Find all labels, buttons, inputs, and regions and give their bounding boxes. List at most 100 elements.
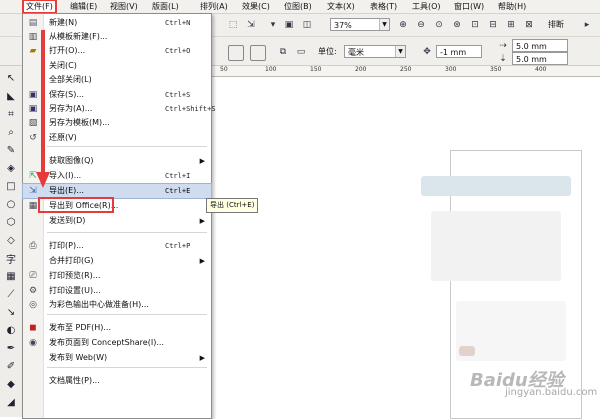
- units-select[interactable]: 毫米 ▼: [344, 45, 406, 58]
- menu-item-18[interactable]: ◎ 为彩色输出中心做准备(H)...: [23, 298, 211, 312]
- menu-separator: [47, 146, 207, 147]
- nudge-icon: ✥: [423, 47, 431, 57]
- menu-bitmap[interactable]: 位图(B): [282, 1, 314, 12]
- connector-tool-icon[interactable]: ↘: [4, 306, 18, 319]
- all-pages-icon[interactable]: ⧉: [276, 45, 290, 59]
- zoom-tool-icon[interactable]: ⌕: [4, 126, 18, 139]
- ruler-tick: 250: [400, 66, 412, 73]
- menu-item-21[interactable]: 发布到 Web(W) ▶: [23, 351, 211, 365]
- export-tooltip: 导出 (Ctrl+E): [206, 198, 259, 213]
- duplicate-y-icon: ⇣: [499, 54, 507, 64]
- zoom-out-icon[interactable]: ⊖: [414, 18, 428, 32]
- zoom-level-select[interactable]: 37% ▼: [330, 18, 390, 31]
- pick-tool-icon[interactable]: ↖: [4, 72, 18, 85]
- table-tool-icon[interactable]: ▦: [4, 270, 18, 283]
- canvas-object[interactable]: [459, 346, 475, 356]
- menu-item-1[interactable]: ▥ 从模板新建(F)...: [23, 30, 211, 44]
- menu-item-label: 发送到(D): [49, 216, 86, 225]
- blend-tool-icon[interactable]: ◐: [4, 324, 18, 337]
- rectangle-tool-icon[interactable]: □: [4, 180, 18, 193]
- shape-tool-icon[interactable]: ◣: [4, 90, 18, 103]
- welcome-screen-icon[interactable]: ▣: [282, 18, 296, 32]
- fill-tool-icon[interactable]: ◆: [4, 378, 18, 391]
- nudge-distance-input[interactable]: -1 mm: [436, 45, 482, 58]
- zoom-width-icon[interactable]: ⊟: [486, 18, 500, 32]
- basic-shapes-icon[interactable]: ◇: [4, 234, 18, 247]
- freehand-tool-icon[interactable]: ✎: [4, 144, 18, 157]
- canvas-object[interactable]: [431, 211, 561, 281]
- zoom-selected-icon[interactable]: ⊙: [432, 18, 446, 32]
- duplicate-y-input[interactable]: 5.0 mm: [512, 52, 568, 65]
- menu-text[interactable]: 文本(X): [325, 1, 357, 12]
- text-tool-icon[interactable]: 字: [4, 252, 18, 266]
- zoom-level-value: 37%: [334, 21, 352, 30]
- zoom-in-icon[interactable]: ⊕: [396, 18, 410, 32]
- menu-layout[interactable]: 版面(L): [150, 1, 181, 12]
- dimension-tool-icon[interactable]: ⟋: [4, 288, 18, 301]
- menu-item-9[interactable]: 获取图像(Q) ▶: [23, 154, 211, 168]
- submenu-arrow-icon: ▶: [199, 157, 205, 165]
- landscape-icon[interactable]: [250, 45, 266, 61]
- units-label: 单位:: [318, 47, 337, 56]
- menu-item-14[interactable]: ⎙ 打印(P)... Ctrl+P: [23, 239, 211, 253]
- menu-item-label: 打印设置(U)...: [49, 286, 101, 295]
- menu-item-0[interactable]: ▤ 新建(N) Ctrl+N: [23, 16, 211, 30]
- menu-item-shortcut: Ctrl+I: [165, 172, 191, 180]
- menu-tools[interactable]: 工具(O): [410, 1, 443, 12]
- crop-tool-icon[interactable]: ⌗: [4, 108, 18, 121]
- menu-item-label: 导入(I)...: [49, 171, 82, 180]
- menu-item-7[interactable]: ▧ 另存为模板(M)...: [23, 116, 211, 130]
- menu-item-22[interactable]: 文档属性(P)...: [23, 374, 211, 388]
- import-icon[interactable]: ⬚: [226, 18, 240, 32]
- zoom-page-icon[interactable]: ⊡: [468, 18, 482, 32]
- conceptshare-icon: ◉: [29, 338, 37, 348]
- menu-item-17[interactable]: ⚙ 打印设置(U)...: [23, 284, 211, 298]
- portrait-icon[interactable]: [228, 45, 244, 61]
- menu-window[interactable]: 窗口(W): [452, 1, 486, 12]
- canvas-object[interactable]: [421, 176, 571, 196]
- corel-online-icon[interactable]: ◫: [300, 18, 314, 32]
- interactive-fill-icon[interactable]: ◢: [4, 396, 18, 409]
- menu-item-6[interactable]: ▣ 另存为(A)... Ctrl+Shift+S: [23, 102, 216, 116]
- snap-icon[interactable]: ⊠: [522, 18, 536, 32]
- menu-item-19[interactable]: ◼ 发布至 PDF(H)...: [23, 321, 211, 335]
- menu-item-label: 打印(P)...: [49, 241, 84, 250]
- smart-fill-icon[interactable]: ◈: [4, 162, 18, 175]
- menu-item-13[interactable]: 发送到(D) ▶: [23, 214, 211, 228]
- submenu-arrow-icon: ▶: [199, 257, 205, 265]
- arrange-button[interactable]: 排断: [548, 19, 564, 31]
- menu-arrange[interactable]: 排列(A): [198, 1, 230, 12]
- duplicate-x-input[interactable]: 5.0 mm: [512, 39, 568, 52]
- outline-tool-icon[interactable]: ✐: [4, 360, 18, 373]
- zoom-height-icon[interactable]: ⊞: [504, 18, 518, 32]
- horizontal-ruler[interactable]: 50 100 150 200 250 300 350 400: [210, 66, 600, 77]
- menu-item-3[interactable]: 关闭(C): [23, 59, 211, 73]
- options-icon[interactable]: ▸: [580, 18, 594, 32]
- baidu-watermark-url: jingyan.baidu.com: [505, 387, 598, 398]
- zoom-all-icon[interactable]: ⊛: [450, 18, 464, 32]
- menu-edit[interactable]: 编辑(E): [68, 1, 99, 12]
- chevron-down-icon: ▼: [379, 19, 389, 30]
- menu-file[interactable]: 文件(F): [22, 0, 57, 14]
- print-icon: ⎙: [29, 241, 37, 251]
- menu-item-10[interactable]: ⇱ 导入(I)... Ctrl+I: [23, 169, 211, 183]
- polygon-tool-icon[interactable]: ⬡: [4, 216, 18, 229]
- menu-item-15[interactable]: 合并打印(G) ▶: [23, 254, 211, 268]
- submenu-arrow-icon: ▶: [199, 217, 205, 225]
- ellipse-tool-icon[interactable]: ○: [4, 198, 18, 211]
- application-launcher-icon[interactable]: ▾: [266, 18, 280, 32]
- menu-item-16[interactable]: ⎚ 打印预览(R)...: [23, 269, 211, 283]
- menu-help[interactable]: 帮助(H): [496, 1, 528, 12]
- menu-view[interactable]: 视图(V): [108, 1, 140, 12]
- menu-item-4[interactable]: 全部关闭(L): [23, 73, 211, 87]
- menu-item-5[interactable]: ▣ 保存(S)... Ctrl+S: [23, 88, 211, 102]
- menu-table[interactable]: 表格(T): [368, 1, 399, 12]
- export-icon[interactable]: ⇲: [244, 18, 258, 32]
- eyedropper-tool-icon[interactable]: ✒: [4, 342, 18, 355]
- current-page-icon[interactable]: ▭: [294, 45, 308, 59]
- menu-item-2[interactable]: ▰ 打开(O)... Ctrl+O: [23, 44, 211, 58]
- menu-item-8[interactable]: ↺ 还原(V): [23, 131, 211, 145]
- menu-effects[interactable]: 效果(C): [240, 1, 272, 12]
- menu-item-11[interactable]: ⇲ 导出(E)... Ctrl+E: [22, 183, 212, 199]
- menu-item-20[interactable]: ◉ 发布页面到 ConceptShare(I)...: [23, 336, 211, 350]
